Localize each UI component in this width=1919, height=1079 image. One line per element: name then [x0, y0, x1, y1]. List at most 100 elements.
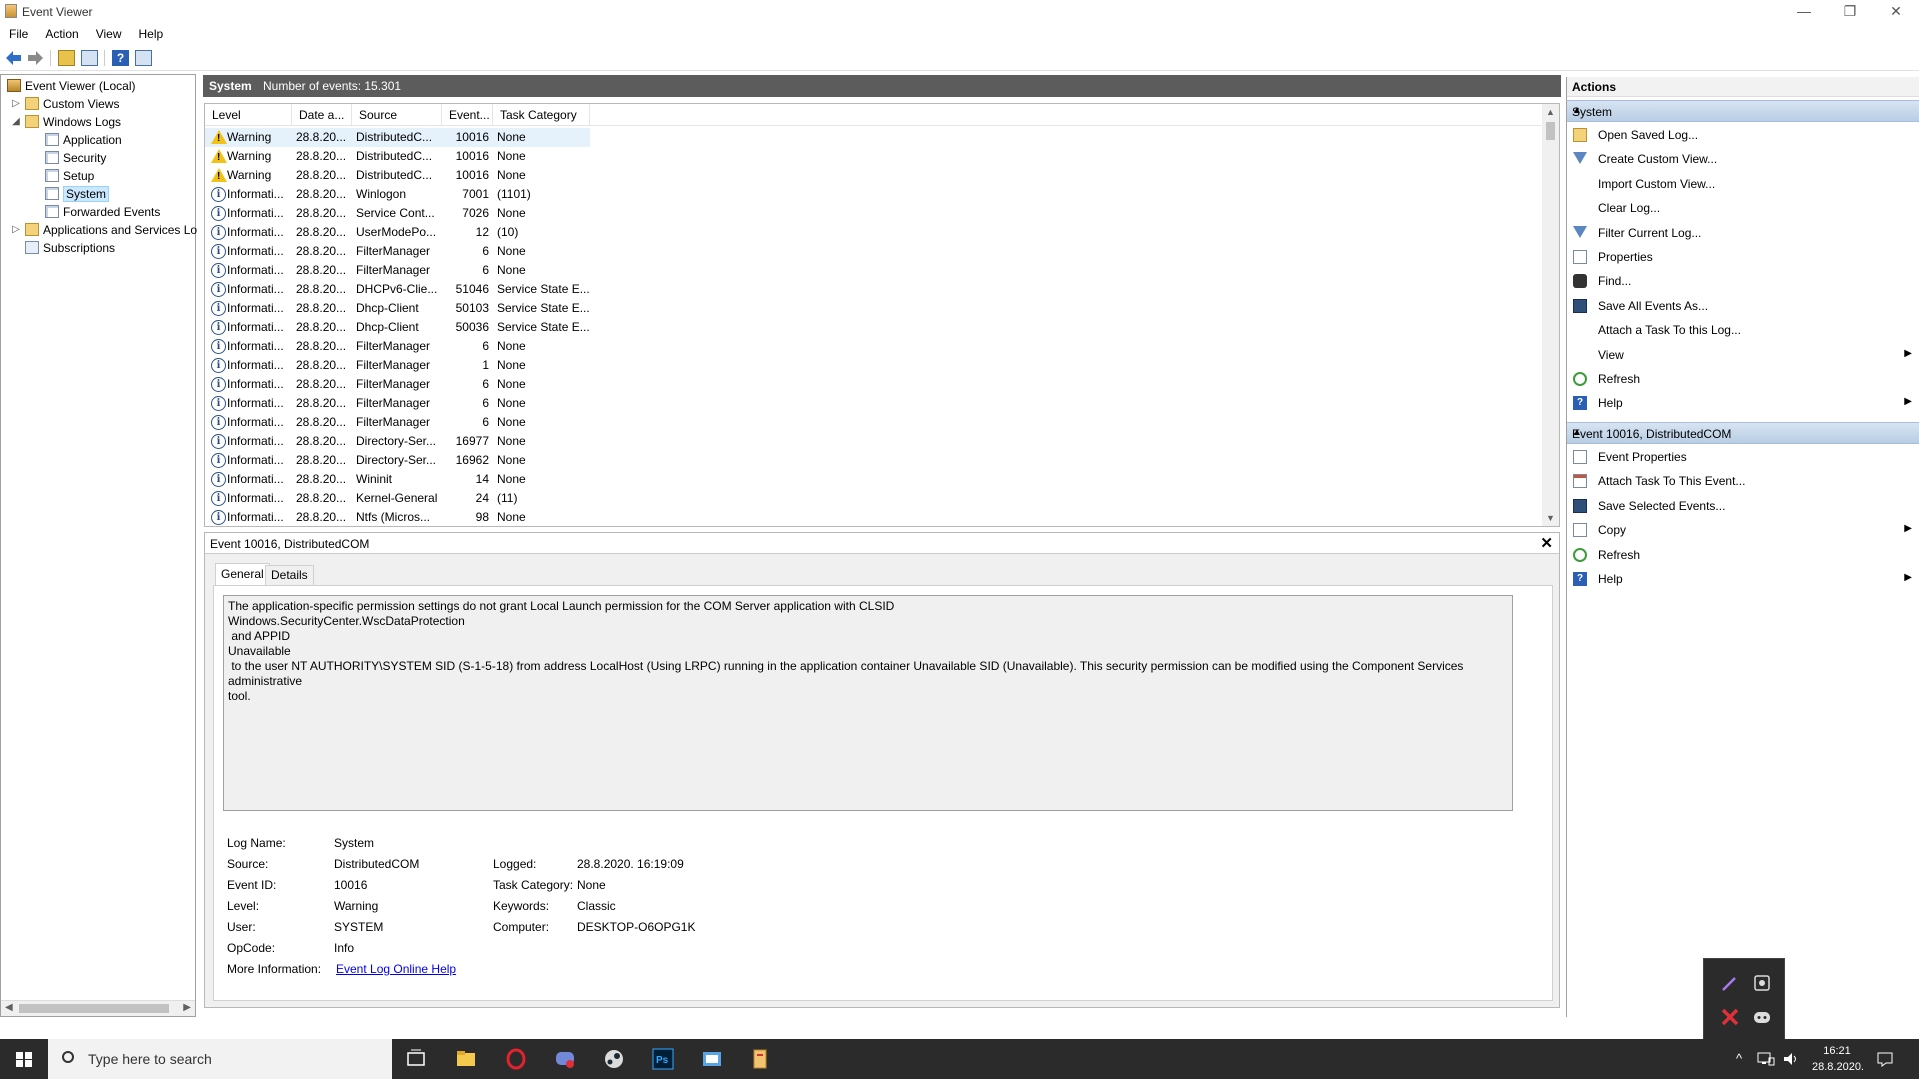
tab-details[interactable]: Details	[265, 565, 314, 586]
action-help[interactable]: ? Help ▶	[1567, 392, 1919, 414]
action-event-properties[interactable]: Event Properties	[1567, 446, 1919, 468]
pen-app-icon[interactable]	[1720, 973, 1740, 993]
expand-chevron-icon[interactable]: ▷	[11, 95, 21, 113]
table-row[interactable]: i Informati... 28.8.20... Directory-Ser... 1…	[205, 451, 590, 470]
action-properties[interactable]: Properties	[1567, 246, 1919, 268]
table-row[interactable]: ! Warning 28.8.20... DistributedC... 10016 No…	[205, 166, 590, 185]
action-refresh[interactable]: Refresh	[1567, 544, 1919, 566]
grid-vertical-scrollbar[interactable]: ▲ ▼	[1542, 104, 1559, 526]
file-explorer-icon[interactable]	[455, 1048, 477, 1070]
expand-chevron-icon[interactable]: ▷	[11, 221, 21, 239]
column-date[interactable]: Date a...	[292, 104, 352, 126]
table-row[interactable]: i Informati... 28.8.20... Dhcp-Client 50036 S…	[205, 318, 590, 337]
volume-icon[interactable]	[1782, 1051, 1800, 1067]
table-row[interactable]: i Informati... 28.8.20... Wininit 14 None	[205, 470, 590, 489]
scroll-left-icon[interactable]: ◀	[5, 1002, 13, 1013]
scrollbar-thumb[interactable]	[19, 1004, 169, 1013]
action-view[interactable]: View ▶	[1567, 344, 1919, 366]
tree-subscriptions[interactable]: Subscriptions	[25, 239, 115, 257]
photoshop-icon[interactable]: Ps	[652, 1048, 674, 1070]
minimize-button[interactable]: —	[1781, 0, 1827, 24]
table-row[interactable]: i Informati... 28.8.20... Kernel-General 24 (…	[205, 489, 590, 508]
event-log-online-help-link[interactable]: Event Log Online Help	[336, 962, 456, 976]
table-row[interactable]: i Informati... 28.8.20... DHCPv6-Clie... 510…	[205, 280, 590, 299]
actions-section-system[interactable]: System ▲	[1567, 100, 1919, 122]
back-arrow-icon[interactable]	[5, 50, 22, 66]
actions-section-event[interactable]: Event 10016, DistributedCOM ▲	[1567, 422, 1919, 444]
table-row[interactable]: i Informati... 28.8.20... Dhcp-Client 50103 S…	[205, 299, 590, 318]
opera-icon[interactable]	[505, 1048, 527, 1070]
action-pane-icon[interactable]	[135, 50, 152, 66]
table-row[interactable]: i Informati... 28.8.20... UserModePo... 12 (1…	[205, 223, 590, 242]
menu-action[interactable]: Action	[36, 24, 86, 41]
column-level[interactable]: Level	[205, 104, 292, 126]
action-attach-a-task-to-this-log[interactable]: Attach a Task To this Log...	[1567, 319, 1919, 341]
clock[interactable]: 16:21 28.8.2020.	[1812, 1043, 1864, 1075]
control-panel-icon[interactable]	[701, 1048, 723, 1070]
discord-taskbar-icon[interactable]	[554, 1048, 576, 1070]
scrollbar-thumb[interactable]	[1546, 122, 1555, 140]
steam-icon[interactable]	[603, 1048, 625, 1070]
action-refresh[interactable]: Refresh	[1567, 368, 1919, 390]
tab-general[interactable]: General	[215, 563, 270, 586]
task-view-icon[interactable]	[405, 1048, 427, 1070]
table-row[interactable]: i Informati... 28.8.20... Directory-Ser... 1…	[205, 432, 590, 451]
action-copy[interactable]: Copy ▶	[1567, 519, 1919, 541]
column-source[interactable]: Source	[352, 104, 442, 126]
table-row[interactable]: i Informati... 28.8.20... Winlogon 7001 (1101…	[205, 185, 590, 204]
table-row[interactable]: i Informati... 28.8.20... Ntfs (Micros... 98…	[205, 508, 590, 526]
network-icon[interactable]	[1757, 1051, 1775, 1067]
up-folder-icon[interactable]	[58, 50, 75, 66]
action-create-custom-view[interactable]: Create Custom View...	[1567, 148, 1919, 170]
action-save-all-events-as[interactable]: Save All Events As...	[1567, 295, 1919, 317]
tree-windows-logs[interactable]: ◢ Windows Logs	[12, 113, 121, 131]
collapse-triangle-icon[interactable]: ▲	[1572, 427, 1912, 438]
tree-log-security[interactable]: Security	[45, 149, 106, 167]
close-detail-icon[interactable]: ✕	[1540, 534, 1553, 552]
action-save-selected-events[interactable]: Save Selected Events...	[1567, 495, 1919, 517]
menu-help[interactable]: Help	[130, 24, 172, 41]
table-row[interactable]: i Informati... 28.8.20... FilterManager 6 Non…	[205, 413, 590, 432]
table-row[interactable]: i Informati... 28.8.20... FilterManager 6 Non…	[205, 394, 590, 413]
red-app-icon[interactable]	[1720, 1007, 1740, 1027]
table-row[interactable]: i Informati... 28.8.20... FilterManager 1 Non…	[205, 356, 590, 375]
taskbar-search-box[interactable]: Type here to search	[48, 1039, 392, 1079]
tree-custom-views[interactable]: ▷ Custom Views	[12, 95, 119, 113]
discord-icon[interactable]	[1752, 1007, 1772, 1027]
scroll-right-icon[interactable]: ▶	[183, 1002, 191, 1013]
gamepad-settings-icon[interactable]	[1752, 973, 1772, 993]
collapse-chevron-icon[interactable]: ◢	[11, 113, 21, 131]
tree-horizontal-scrollbar[interactable]: ◀ ▶	[1, 1000, 195, 1016]
column-task-category[interactable]: Task Category	[493, 104, 590, 126]
table-row[interactable]: ! Warning 28.8.20... DistributedC... 10016 No…	[205, 147, 590, 166]
help-icon[interactable]: ?	[112, 50, 129, 66]
action-filter-current-log[interactable]: Filter Current Log...	[1567, 222, 1919, 244]
menu-view[interactable]: View	[87, 24, 130, 41]
event-viewer-taskbar-icon[interactable]	[749, 1048, 771, 1070]
action-help[interactable]: ? Help ▶	[1567, 568, 1919, 590]
tree-log-system[interactable]: System	[45, 185, 110, 203]
table-row[interactable]: i Informati... 28.8.20... FilterManager 6 Non…	[205, 242, 590, 261]
menu-file[interactable]: File	[0, 24, 36, 41]
table-row[interactable]: i Informati... 28.8.20... FilterManager 6 Non…	[205, 375, 590, 394]
table-row[interactable]: i Informati... 28.8.20... FilterManager 6 Non…	[205, 337, 590, 356]
close-button[interactable]: ✕	[1873, 0, 1919, 24]
collapse-triangle-icon[interactable]: ▲	[1572, 105, 1912, 116]
action-clear-log[interactable]: Clear Log...	[1567, 197, 1919, 219]
scroll-up-icon[interactable]: ▲	[1546, 107, 1555, 117]
table-row[interactable]: ! Warning 28.8.20... DistributedC... 10016 No…	[205, 128, 590, 147]
notifications-icon[interactable]	[1876, 1051, 1894, 1067]
tree-root[interactable]: Event Viewer (Local)	[7, 77, 136, 95]
table-row[interactable]: i Informati... 28.8.20... Service Cont... 70…	[205, 204, 590, 223]
action-import-custom-view[interactable]: Import Custom View...	[1567, 173, 1919, 195]
forward-arrow-icon[interactable]	[27, 50, 44, 66]
action-attach-task-to-this-event[interactable]: Attach Task To This Event...	[1567, 470, 1919, 492]
action-open-saved-log[interactable]: Open Saved Log...	[1567, 124, 1919, 146]
restore-button[interactable]: ❐	[1827, 0, 1873, 24]
tree-log-setup[interactable]: Setup	[45, 167, 94, 185]
show-tree-icon[interactable]	[81, 50, 98, 66]
tree-log-application[interactable]: Application	[45, 131, 122, 149]
column-event-id[interactable]: Event...	[442, 104, 493, 126]
scroll-down-icon[interactable]: ▼	[1546, 513, 1555, 523]
action-find[interactable]: Find...	[1567, 270, 1919, 292]
